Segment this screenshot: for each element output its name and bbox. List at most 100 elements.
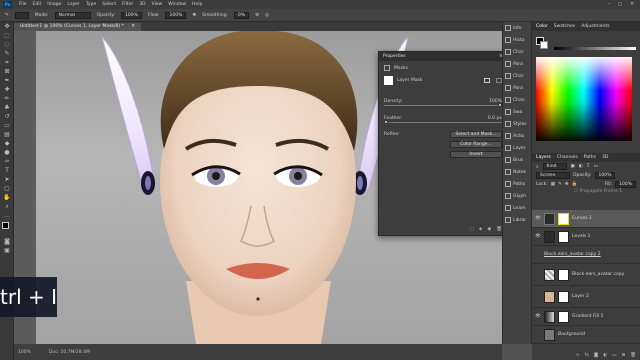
panel-swatches[interactable]: Swa — [503, 106, 531, 118]
visibility-eye-icon[interactable]: 👁 — [535, 314, 541, 319]
type-tool-icon[interactable]: T — [3, 167, 11, 175]
airbrush-icon[interactable]: ✱ — [192, 13, 196, 18]
panel-channels[interactable]: Chan — [503, 94, 531, 106]
tab-channels[interactable]: Channels — [557, 155, 578, 160]
tab-layers[interactable]: Layers — [536, 155, 551, 160]
panel-layer-comps[interactable]: Layer — [503, 142, 531, 154]
zoom-level[interactable]: 100% — [18, 350, 31, 355]
panel-histogram[interactable]: Histo — [503, 34, 531, 46]
smoothing-input[interactable]: 0% — [233, 11, 250, 19]
layer-row[interactable]: 👁 Curves 1 — [532, 210, 640, 228]
disable-mask-icon[interactable]: ◉ — [487, 227, 491, 232]
layer-opacity-input[interactable]: 100% — [594, 172, 616, 179]
apply-mask-icon[interactable]: ◈ — [479, 227, 482, 232]
panel-paragraph-styles[interactable]: Para — [503, 82, 531, 94]
visibility-eye-icon[interactable]: 👁 — [535, 234, 541, 239]
layer-style-icon[interactable]: fx — [585, 353, 589, 358]
add-mask-icon[interactable]: ◙ — [594, 353, 598, 358]
tab-paths[interactable]: Paths — [584, 155, 596, 160]
tab-color[interactable]: Color — [536, 24, 548, 29]
panel-character[interactable]: Char — [503, 46, 531, 58]
panel-paths[interactable]: Paths — [503, 178, 531, 190]
menu-select[interactable]: Select — [99, 2, 119, 7]
panel-libraries[interactable]: Librar — [503, 214, 531, 226]
link-layers-icon[interactable]: ∞ — [576, 353, 580, 358]
close-icon[interactable]: ✕ — [630, 2, 634, 7]
panel-glyphs[interactable]: Glyph — [503, 190, 531, 202]
layer-row[interactable]: Block ears_avatar copy — [532, 264, 640, 286]
tab-3d[interactable]: 3D — [602, 155, 608, 160]
brush-preset-picker[interactable] — [14, 11, 29, 19]
more-tools-icon[interactable]: … — [3, 212, 11, 220]
close-tab-icon[interactable]: ✕ — [131, 24, 135, 29]
document-tab[interactable]: Untitled-1 @ 100% (Curves 1, Layer Mask/… — [14, 23, 142, 31]
select-and-mask-button[interactable]: Select and Mask... — [450, 131, 502, 138]
bg-color-chip[interactable] — [540, 41, 548, 49]
layer-mask-thumbnail[interactable] — [558, 310, 569, 323]
layer-row[interactable]: Block ears_avatar copy 2 — [532, 246, 640, 264]
panel-styles[interactable]: Styles — [503, 118, 531, 130]
layer-row[interactable]: 👁 Gradient Fill 1 — [532, 308, 640, 326]
path-select-tool-icon[interactable]: ➤ — [3, 176, 11, 184]
blend-mode-select[interactable]: Screen — [536, 172, 570, 179]
filter-pixel-icon[interactable]: ▣ — [571, 164, 575, 169]
move-tool-icon[interactable]: ✥ — [3, 23, 11, 31]
screen-mode-icon[interactable]: ▣ — [3, 247, 11, 255]
new-layer-icon[interactable]: ⊞ — [622, 353, 626, 358]
density-slider[interactable] — [384, 102, 502, 108]
pixel-mask-icon[interactable] — [484, 78, 490, 83]
fill-input[interactable]: 100% — [615, 181, 636, 188]
menu-layer[interactable]: Layer — [64, 2, 83, 7]
panel-actions[interactable]: Actio — [503, 130, 531, 142]
layer-mask-thumbnail[interactable] — [558, 230, 569, 243]
menu-filter[interactable]: Filter — [119, 2, 136, 7]
marquee-tool-icon[interactable]: ⬚ — [3, 32, 11, 40]
lasso-tool-icon[interactable]: ◌ — [3, 41, 11, 49]
mode-select[interactable]: Normal — [54, 11, 91, 19]
gradient-tool-icon[interactable]: ▤ — [3, 131, 11, 139]
visibility-eye-icon[interactable]: 👁 — [535, 216, 541, 221]
healing-tool-icon[interactable]: ✚ — [3, 86, 11, 94]
load-selection-icon[interactable]: ⬚ — [470, 227, 474, 232]
foreground-color-swatch[interactable] — [2, 222, 9, 229]
minimize-icon[interactable]: – — [608, 2, 610, 7]
filter-shape-icon[interactable]: ▭ — [593, 164, 597, 169]
zoom-tool-icon[interactable]: ⌕ — [3, 203, 11, 211]
mask-thumbnail[interactable] — [384, 76, 393, 85]
layer-mask-thumbnail[interactable] — [558, 290, 569, 303]
filter-adjust-icon[interactable]: ◐ — [579, 164, 583, 169]
panel-notes[interactable]: Notes — [503, 166, 531, 178]
panel-info[interactable]: Info — [503, 22, 531, 34]
pressure-size-icon[interactable]: ◎ — [265, 13, 269, 18]
quick-select-tool-icon[interactable]: ✎ — [3, 50, 11, 58]
filter-type-icon[interactable]: T — [587, 164, 590, 169]
history-brush-tool-icon[interactable]: ↺ — [3, 113, 11, 121]
menu-file[interactable]: File — [16, 2, 30, 7]
panel-paragraph[interactable]: Para — [503, 58, 531, 70]
clone-stamp-tool-icon[interactable]: ♣ — [3, 104, 11, 112]
lock-all-icon[interactable]: 🔒 — [572, 182, 578, 187]
color-swatches[interactable] — [2, 222, 12, 236]
invert-button[interactable]: Invert — [450, 151, 502, 158]
layer-row[interactable]: 👁 Levels 1 — [532, 228, 640, 246]
dodge-tool-icon[interactable]: ● — [3, 149, 11, 157]
menu-view[interactable]: View — [149, 2, 166, 7]
color-spectrum[interactable] — [536, 57, 632, 141]
kind-filter-select[interactable]: Kind — [542, 163, 567, 170]
eyedropper-tool-icon[interactable]: ✒ — [3, 77, 11, 85]
layer-row[interactable]: Layer 2 — [532, 286, 640, 308]
menu-window[interactable]: Window — [165, 2, 189, 7]
eraser-tool-icon[interactable]: ▭ — [3, 122, 11, 130]
opacity-input[interactable]: 100% — [121, 11, 142, 19]
menu-help[interactable]: Help — [189, 2, 205, 7]
layer-mask-thumbnail[interactable] — [558, 212, 569, 225]
feather-slider[interactable] — [383, 119, 502, 125]
pen-tool-icon[interactable]: ✑ — [3, 158, 11, 166]
menu-image[interactable]: Image — [44, 2, 64, 7]
new-group-icon[interactable]: ▭ — [612, 353, 616, 358]
menu-edit[interactable]: Edit — [30, 2, 45, 7]
brightness-ramp[interactable] — [554, 47, 636, 50]
panel-brushes[interactable]: Brus — [503, 154, 531, 166]
gear-icon[interactable]: ⚙ — [255, 13, 259, 18]
feather-value[interactable]: 0.0 px — [488, 116, 502, 121]
